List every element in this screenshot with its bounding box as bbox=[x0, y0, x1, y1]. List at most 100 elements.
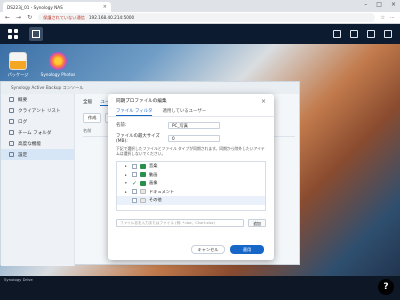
tab-general[interactable]: 全般 bbox=[83, 99, 92, 106]
checkbox[interactable] bbox=[132, 163, 137, 169]
tree-item-label: 音楽 bbox=[149, 163, 158, 169]
gear-icon bbox=[9, 152, 14, 157]
reload-icon[interactable]: ↻ bbox=[27, 14, 32, 21]
team-folder-icon bbox=[9, 130, 14, 135]
back-icon[interactable]: ← bbox=[5, 14, 10, 21]
desktop-icon-package[interactable]: パッケージ bbox=[0, 52, 38, 78]
tree-item-documents[interactable]: ▸ ドキュメント bbox=[117, 188, 265, 197]
main-menu-icon[interactable] bbox=[8, 29, 18, 39]
notification-icon[interactable] bbox=[333, 30, 341, 38]
max-size-input[interactable]: 0 bbox=[168, 134, 220, 142]
browser-tab[interactable]: DS223j_01 - Synology NAS × bbox=[3, 2, 111, 12]
url-text: 192.168.40.214:5000 bbox=[88, 15, 135, 20]
star-icon[interactable]: ☆ bbox=[381, 15, 385, 21]
dsm-taskbar bbox=[0, 24, 400, 44]
address-bar: ← → ↻ 保護されていない通信 192.168.40.214:5000 ☆ ⋯ bbox=[0, 12, 400, 24]
dialog-header: 同期プロファイルの編集 × bbox=[108, 94, 274, 108]
desktop-icon-label: Synology Photos bbox=[40, 72, 76, 77]
sidebar-item-settings[interactable]: 設定 bbox=[1, 149, 74, 160]
checkbox[interactable] bbox=[132, 189, 137, 195]
window-title: Synology Active Backup コンソール bbox=[1, 82, 299, 94]
sidebar-item-label: ログ bbox=[18, 119, 28, 125]
dialog-tabs: ファイル フィルタ 適用しているユーザー bbox=[108, 108, 274, 117]
advanced-icon bbox=[9, 141, 14, 146]
music-icon bbox=[140, 163, 146, 169]
file-pattern-input[interactable]: ファイル名を入力またはファイル (例: *.doc、Chart.xlsx) bbox=[116, 219, 244, 227]
tree-item-other[interactable]: その他 bbox=[117, 196, 265, 205]
desktop-icon-label: パッケージ bbox=[7, 72, 29, 77]
forward-icon[interactable]: → bbox=[16, 14, 21, 21]
add-pattern-button[interactable]: 追加 bbox=[248, 219, 266, 227]
sidebar-item-label: 高度な機能 bbox=[18, 141, 41, 147]
close-window-icon[interactable]: × bbox=[391, 1, 396, 8]
user-icon[interactable] bbox=[350, 30, 358, 38]
desktop-icon-photos[interactable]: Synology Photos bbox=[38, 52, 78, 77]
tree-item-video[interactable]: ▸ 動画 bbox=[117, 171, 265, 180]
menu-icon[interactable]: ⋯ bbox=[390, 15, 395, 21]
log-icon bbox=[9, 119, 14, 124]
expand-icon[interactable]: ▸ bbox=[125, 173, 129, 177]
package-center-icon bbox=[9, 52, 27, 70]
expand-icon[interactable]: ▾ bbox=[125, 181, 129, 185]
file-pattern-row: ファイル名を入力またはファイル (例: *.doc、Chart.xlsx) 追加 bbox=[116, 219, 266, 227]
tab-applied-users[interactable]: 適用しているユーザー bbox=[162, 108, 206, 116]
tree-item-images[interactable]: ▾ ✓ 画像 bbox=[117, 179, 265, 188]
minimize-icon[interactable]: – bbox=[364, 1, 367, 8]
document-icon bbox=[140, 189, 146, 195]
sidebar-item-log[interactable]: ログ bbox=[1, 116, 74, 127]
sidebar-item-team-folder[interactable]: チーム フォルダ bbox=[1, 127, 74, 138]
widgets-icon[interactable] bbox=[384, 30, 392, 38]
sidebar-item-overview[interactable]: 概要 bbox=[1, 94, 74, 105]
checkbox[interactable] bbox=[132, 197, 137, 203]
cancel-button[interactable]: キャンセル bbox=[191, 245, 225, 254]
name-input[interactable]: PC_写真 bbox=[168, 121, 220, 129]
close-icon[interactable]: × bbox=[261, 98, 266, 105]
create-button[interactable]: 作成 bbox=[83, 113, 102, 123]
filter-hint: 下記で選択したファイルとファイル タイプが同期されます。同期から除外したいアイテ… bbox=[116, 146, 265, 156]
help-icon[interactable]: ? bbox=[378, 279, 394, 295]
browser-tabbar: DS223j_01 - Synology NAS × – □ × bbox=[0, 0, 400, 12]
expand-icon[interactable]: ▸ bbox=[125, 190, 129, 194]
apply-button[interactable]: 適用 bbox=[230, 245, 264, 254]
checkbox[interactable] bbox=[132, 172, 137, 178]
edit-sync-profile-dialog: 同期プロファイルの編集 × ファイル フィルタ 適用しているユーザー 名前: P… bbox=[108, 94, 274, 260]
tree-item-label: 動画 bbox=[149, 171, 158, 177]
sidebar-item-client-list[interactable]: クライアント リスト bbox=[1, 105, 74, 116]
max-size-row: ファイルの最大サイズ (MB): 0 bbox=[108, 133, 274, 144]
sidebar: 概要 クライアント リスト ログ チーム フォルダ 高度な機能 設定 bbox=[1, 94, 75, 266]
name-row: 名前: PC_写真 bbox=[108, 120, 274, 130]
browser-actions: ☆ ⋯ bbox=[381, 15, 395, 21]
security-warning[interactable]: 保護されていない通信 bbox=[43, 15, 85, 21]
overview-icon bbox=[9, 97, 14, 102]
taskbar-app-icon[interactable] bbox=[29, 27, 43, 41]
sidebar-item-label: クライアント リスト bbox=[18, 108, 61, 114]
dialog-title: 同期プロファイルの編集 bbox=[116, 99, 167, 104]
tab-file-filter[interactable]: ファイル フィルタ bbox=[116, 108, 153, 116]
client-list-icon bbox=[9, 108, 14, 113]
sidebar-item-label: チーム フォルダ bbox=[18, 130, 52, 136]
background-window-title: Synology Drive bbox=[4, 277, 33, 282]
synology-photos-icon bbox=[49, 52, 67, 70]
dialog-footer: キャンセル 適用 bbox=[108, 245, 274, 254]
url-field[interactable]: 保護されていない通信 192.168.40.214:5000 bbox=[38, 13, 375, 22]
tab-title: DS223j_01 - Synology NAS bbox=[7, 4, 63, 10]
max-size-label: ファイルの最大サイズ (MB): bbox=[116, 133, 160, 144]
checkmark-icon[interactable]: ✓ bbox=[132, 180, 137, 186]
tree-item-music[interactable]: ▸ 音楽 bbox=[117, 162, 265, 171]
taskbar-right bbox=[333, 30, 392, 38]
background-window: Synology Drive bbox=[0, 276, 400, 300]
tree-item-label: 画像 bbox=[149, 180, 158, 186]
tree-item-label: その他 bbox=[149, 197, 162, 203]
search-icon[interactable] bbox=[367, 30, 375, 38]
video-icon bbox=[140, 172, 146, 178]
window-controls: – □ × bbox=[364, 1, 396, 8]
sidebar-item-label: 設定 bbox=[18, 152, 28, 158]
expand-icon[interactable]: ▸ bbox=[125, 164, 129, 168]
sidebar-item-advanced[interactable]: 高度な機能 bbox=[1, 138, 74, 149]
tab-close-icon[interactable]: × bbox=[103, 4, 107, 10]
image-icon bbox=[140, 180, 146, 186]
maximize-icon[interactable]: □ bbox=[376, 1, 382, 8]
other-icon bbox=[140, 197, 146, 203]
sidebar-item-label: 概要 bbox=[18, 97, 28, 103]
file-type-tree: ▸ 音楽 ▸ 動画 ▾ ✓ 画像 ▸ ドキュメント その他 bbox=[116, 161, 266, 211]
